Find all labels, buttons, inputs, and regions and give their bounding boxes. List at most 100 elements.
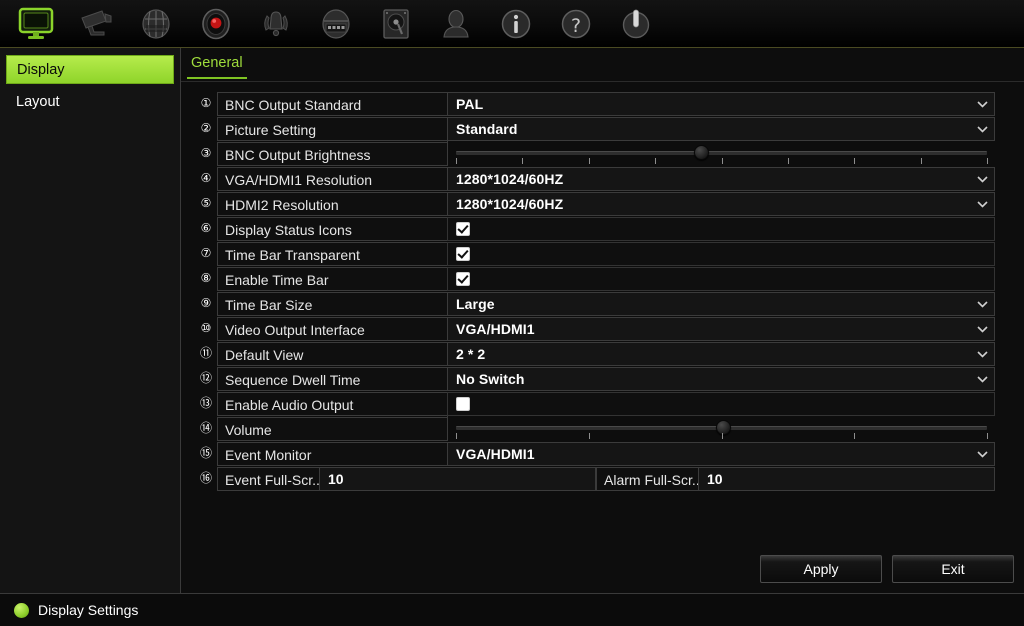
alarm-full-screen-label: Alarm Full-Scr... (596, 466, 698, 491)
row-number: ⑧ (200, 271, 212, 285)
chevron-down-icon (977, 100, 988, 107)
row-label: HDMI2 Resolution (217, 191, 447, 216)
toolbar-power-icon[interactable] (606, 1, 666, 47)
sidebar-item-layout[interactable]: Layout (6, 87, 174, 116)
row-number: ⑫ (199, 371, 212, 385)
status-bar: Display Settings (0, 593, 1024, 626)
chevron-down-icon (977, 325, 988, 332)
setting-row-event-monitor: ⑮ Event Monitor VGA/HDMI1 (195, 441, 995, 466)
row-number: ⑭ (199, 421, 212, 435)
tab-strip: General (181, 48, 1024, 82)
toolbar-device-icon[interactable] (306, 1, 366, 47)
row-label: Enable Audio Output (217, 391, 447, 416)
enable-time-bar-checkbox[interactable] (448, 271, 470, 286)
row-label: BNC Output Standard (217, 91, 447, 116)
setting-row-time-bar-size: ⑨ Time Bar Size Large (195, 291, 995, 316)
toolbar-record-icon[interactable] (186, 1, 246, 47)
event-full-screen-input[interactable]: 10 (319, 466, 596, 491)
row-number: ⑯ (199, 471, 212, 485)
toolbar-alarm-icon[interactable] (246, 1, 306, 47)
svg-text:?: ? (571, 15, 581, 37)
slider-track (456, 151, 987, 155)
row-number: ⑬ (199, 396, 212, 410)
row-number: ⑨ (200, 296, 212, 310)
bnc-output-brightness-slider[interactable] (447, 141, 995, 166)
hdmi2-resolution-select[interactable]: 1280*1024/60HZ (447, 191, 995, 216)
toolbar-user-icon[interactable] (426, 1, 486, 47)
setting-row-enable-audio-output: ⑬ Enable Audio Output (195, 391, 995, 416)
toolbar-harddisk-icon[interactable] (366, 1, 426, 47)
enable-time-bar-field (447, 266, 995, 291)
sequence-dwell-time-select[interactable]: No Switch (447, 366, 995, 391)
checkbox-box (456, 246, 470, 261)
row-number: ⑥ (200, 221, 212, 235)
enable-audio-output-checkbox[interactable] (448, 396, 470, 411)
alarm-full-screen-value: 10 (707, 470, 723, 487)
row-label: Volume (217, 416, 447, 441)
checkbox-box (456, 396, 470, 411)
picture-setting-select[interactable]: Standard (447, 116, 995, 141)
row-number: ③ (200, 146, 212, 160)
event-monitor-value: VGA/HDMI1 (456, 445, 535, 462)
slider-ticks (456, 158, 988, 165)
exit-button[interactable]: Exit (892, 555, 1014, 583)
chevron-down-icon (977, 175, 988, 182)
video-output-interface-value: VGA/HDMI1 (456, 320, 535, 337)
slider-ticks (456, 433, 988, 440)
event-full-screen-value: 10 (328, 470, 344, 487)
display-status-icons-checkbox[interactable] (448, 221, 470, 236)
row-label: BNC Output Brightness (217, 141, 447, 166)
chevron-down-icon (977, 200, 988, 207)
bnc-output-standard-value: PAL (456, 95, 484, 112)
toolbar-help-icon[interactable]: ? (546, 1, 606, 47)
sidebar: Display Layout (0, 48, 181, 593)
tab-general-label: General (191, 55, 243, 71)
row-number: ⑦ (200, 246, 212, 260)
row-label: Default View (217, 341, 447, 366)
hdmi2-resolution-value: 1280*1024/60HZ (456, 195, 564, 212)
exit-button-label: Exit (941, 561, 965, 577)
row-label: Time Bar Size (217, 291, 447, 316)
time-bar-size-value: Large (456, 295, 495, 312)
toolbar-monitor-icon[interactable] (6, 1, 66, 47)
checkbox-box (456, 271, 470, 286)
chevron-down-icon (977, 350, 988, 357)
alarm-full-screen-input[interactable]: 10 (698, 466, 995, 491)
sidebar-item-layout-label: Layout (16, 93, 60, 110)
row-label: Sequence Dwell Time (217, 366, 447, 391)
row-number: ④ (200, 171, 212, 185)
default-view-value: 2 * 2 (456, 345, 486, 362)
sidebar-item-display-label: Display (17, 61, 65, 78)
status-indicator-icon (14, 602, 29, 618)
row-number: ① (200, 96, 212, 110)
bnc-output-standard-select[interactable]: PAL (447, 91, 995, 116)
setting-row-video-output-interface: ⑩ Video Output Interface VGA/HDMI1 (195, 316, 995, 341)
setting-row-picture-setting: ② Picture Setting Standard (195, 116, 995, 141)
time-bar-transparent-checkbox[interactable] (448, 246, 470, 261)
row-number: ② (200, 121, 212, 135)
sidebar-item-display[interactable]: Display (6, 55, 174, 84)
checkbox-box (456, 221, 470, 236)
volume-slider[interactable] (447, 416, 995, 441)
video-output-interface-select[interactable]: VGA/HDMI1 (447, 316, 995, 341)
row-number: ⑤ (200, 196, 212, 210)
chevron-down-icon (977, 375, 988, 382)
apply-button[interactable]: Apply (760, 555, 882, 583)
row-label: Picture Setting (217, 116, 447, 141)
vga-hdmi1-resolution-select[interactable]: 1280*1024/60HZ (447, 166, 995, 191)
toolbar-info-icon[interactable] (486, 1, 546, 47)
row-number: ⑩ (200, 321, 212, 335)
time-bar-size-select[interactable]: Large (447, 291, 995, 316)
toolbar-network-icon[interactable] (126, 1, 186, 47)
sequence-dwell-time-value: No Switch (456, 370, 525, 387)
settings-list: ① BNC Output Standard PAL ② Picture Sett… (195, 91, 995, 491)
row-label: Display Status Icons (217, 216, 447, 241)
toolbar-camera-icon[interactable] (66, 1, 126, 47)
default-view-select[interactable]: 2 * 2 (447, 341, 995, 366)
tab-general[interactable]: General (187, 54, 247, 79)
picture-setting-value: Standard (456, 120, 518, 137)
setting-row-bnc-output-standard: ① BNC Output Standard PAL (195, 91, 995, 116)
event-monitor-select[interactable]: VGA/HDMI1 (447, 441, 995, 466)
setting-row-enable-time-bar: ⑧ Enable Time Bar (195, 266, 995, 291)
setting-row-volume: ⑭ Volume (195, 416, 995, 441)
